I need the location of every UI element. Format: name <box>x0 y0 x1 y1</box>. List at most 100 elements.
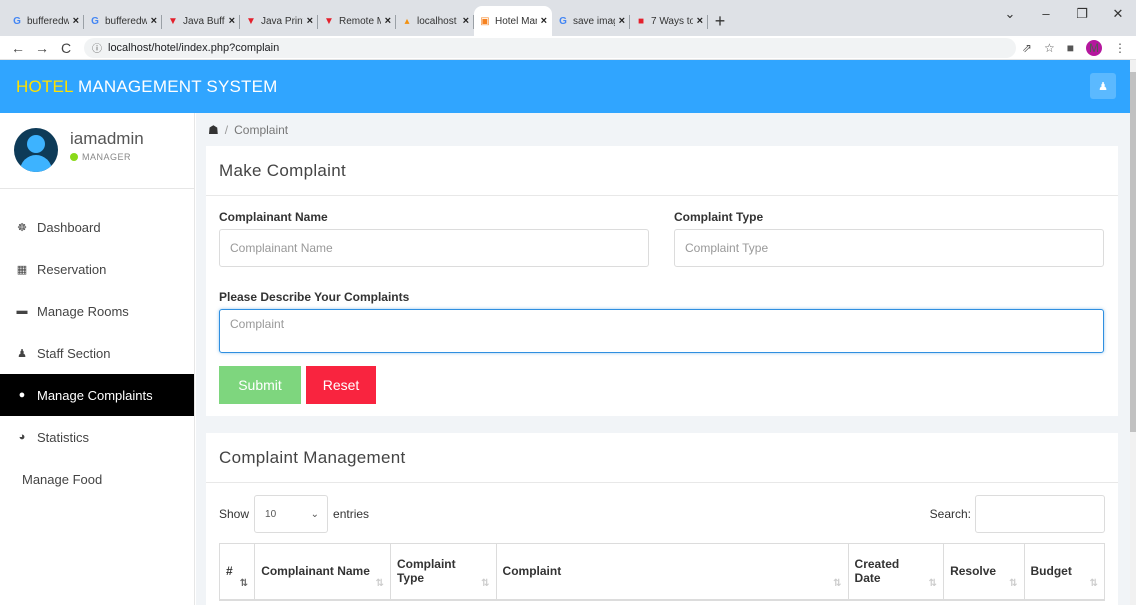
sidebar-item-manage-complaints[interactable]: ● Manage Complaints <box>0 374 194 416</box>
column-header-label: Complaint Type <box>396 557 456 586</box>
browser-tab[interactable]: Gbufferedw × <box>84 6 162 36</box>
search-input[interactable] <box>975 495 1105 533</box>
browser-tab[interactable]: ▣ Hotel Man × <box>474 6 552 36</box>
browser-tab[interactable]: ▼ Java Buffe × <box>162 6 240 36</box>
complainant-name-label: Complainant Name <box>219 210 328 224</box>
submit-button[interactable]: Submit <box>219 366 301 404</box>
reset-button[interactable]: Reset <box>306 366 376 404</box>
user-role: MANAGER <box>70 152 144 162</box>
browser-tab[interactable]: ▼ Java PrintV × <box>240 6 318 36</box>
star-icon[interactable]: ☆ <box>1044 41 1055 55</box>
sidebar-item-dashboard[interactable]: ☸ Dashboard <box>0 206 194 248</box>
column-header-label: Budget <box>1030 564 1072 579</box>
complaint-description-textarea[interactable]: Complaint <box>219 309 1104 353</box>
share-icon[interactable]: ⇗ <box>1022 41 1032 55</box>
column-header[interactable]: Complaint Type ⇅ <box>389 543 497 601</box>
browser-toolbar: ← → C ⓘ localhost/hotel/index.php?compla… <box>0 36 1136 60</box>
complaint-type-label: Complaint Type <box>674 210 764 224</box>
close-icon[interactable]: ✕ <box>1100 0 1136 30</box>
entries-select[interactable]: 10 ⌄ <box>254 495 329 533</box>
tab-title: 7 Ways to <box>651 15 693 27</box>
tab-close-icon[interactable]: × <box>463 15 469 27</box>
sidebar-item-label: Statistics <box>37 429 90 445</box>
brand-title[interactable]: HOTEL MANAGEMENT SYSTEM <box>16 77 278 97</box>
tab-close-icon[interactable]: × <box>385 15 391 27</box>
tab-favicon-icon: G <box>91 15 99 27</box>
users-icon: ♟ <box>17 347 27 360</box>
minimize-icon[interactable]: – <box>1028 0 1064 30</box>
sort-icon[interactable]: ⇅ <box>1009 578 1017 589</box>
complaint-description-label: Please Describe Your Complaints <box>219 290 410 304</box>
tab-title: Java PrintV <box>261 15 303 27</box>
reload-icon[interactable]: C <box>54 40 78 56</box>
column-header[interactable]: Created Date ⇅ <box>847 543 945 601</box>
user-menu-button[interactable]: ♟ <box>1090 73 1116 99</box>
column-header[interactable]: Complainant Name ⇅ <box>254 543 391 601</box>
entries-label: entries <box>333 507 370 521</box>
sidebar-item-reservation[interactable]: ▦ Reservation <box>0 248 194 290</box>
profile-avatar[interactable]: M <box>1086 39 1102 56</box>
sort-icon[interactable]: ⇅ <box>376 578 384 589</box>
restore-icon[interactable]: ❐ <box>1064 0 1100 30</box>
chevron-down-icon[interactable]: ⌄ <box>992 0 1028 30</box>
table-header-row: # ⇅ Complainant Name ⇅ Complaint Type ⇅ Compla… <box>218 543 1106 601</box>
tab-close-icon[interactable]: × <box>73 15 79 27</box>
address-bar[interactable]: ⓘ localhost/hotel/index.php?complain <box>84 37 1016 58</box>
window-controls: ⌄ – ❐ ✕ <box>992 0 1136 30</box>
sidebar-item-statistics[interactable]: ◕ Statistics <box>0 416 194 458</box>
browser-tab[interactable]: Gsave imag × <box>552 6 630 36</box>
column-header[interactable]: Resolve ⇅ <box>943 543 1025 601</box>
browser-tab[interactable]: ■ 7 Ways to × <box>630 6 708 36</box>
sort-icon[interactable]: ⇅ <box>1090 578 1098 589</box>
home-icon[interactable]: ☗ <box>208 123 219 137</box>
side-panel-icon[interactable]: ■ <box>1067 41 1074 55</box>
tab-close-icon[interactable]: × <box>697 15 703 27</box>
sort-icon[interactable]: ⇅ <box>929 578 937 589</box>
tab-title: localhost / <box>417 15 459 27</box>
brand-highlight: HOTEL <box>16 76 74 96</box>
sort-icon[interactable]: ⇅ <box>833 578 841 589</box>
browser-tab[interactable]: ▴ localhost / × <box>396 6 474 36</box>
back-icon[interactable]: ← <box>6 40 30 56</box>
column-header[interactable]: Budget ⇅ <box>1023 543 1106 601</box>
tab-favicon-icon: G <box>13 15 21 27</box>
forward-icon[interactable]: → <box>30 40 54 56</box>
sidebar-item-label: Dashboard <box>37 219 101 235</box>
new-tab-button[interactable]: + <box>708 6 732 36</box>
column-header[interactable]: # ⇅ <box>218 543 256 601</box>
make-complaint-panel: Make Complaint Complainant Name Complain… <box>206 146 1118 416</box>
user-profile: iamadmin MANAGER <box>0 113 194 189</box>
sidebar-item-label: Manage Rooms <box>37 303 129 319</box>
tab-close-icon[interactable]: × <box>229 15 235 27</box>
complaint-type-input[interactable]: Complaint Type <box>674 229 1104 267</box>
tab-favicon-icon: ▴ <box>404 15 410 27</box>
column-header-label: Complainant Name <box>261 564 370 579</box>
avatar <box>14 128 58 172</box>
sidebar-item-staff-section[interactable]: ♟ Staff Section <box>0 332 194 374</box>
tab-title: Remote M <box>339 15 381 27</box>
column-header-label: Created Date <box>854 557 900 586</box>
column-header-label: # <box>226 564 233 579</box>
info-icon[interactable]: ⓘ <box>92 40 102 55</box>
url-text: localhost/hotel/index.php?complain <box>108 41 280 54</box>
browser-tab[interactable]: ▼ Remote M × <box>318 6 396 36</box>
chevron-down-icon: ⌄ <box>310 508 320 520</box>
tab-close-icon[interactable]: × <box>619 15 625 27</box>
page-scrollbar[interactable] <box>1130 60 1136 605</box>
sidebar-item-manage-food[interactable]: Manage Food <box>0 458 194 500</box>
sidebar-item-manage-rooms[interactable]: ▬ Manage Rooms <box>0 290 194 332</box>
sort-icon[interactable]: ⇅ <box>240 578 248 589</box>
tab-close-icon[interactable]: × <box>151 15 157 27</box>
tab-close-icon[interactable]: × <box>307 15 313 27</box>
tab-title: save imag <box>573 15 615 27</box>
scrollbar-thumb[interactable] <box>1130 72 1136 432</box>
tab-close-icon[interactable]: × <box>541 15 547 27</box>
column-header[interactable]: Complaint ⇅ <box>495 543 849 601</box>
complainant-name-input[interactable]: Complainant Name <box>219 229 649 267</box>
app-header: HOTEL MANAGEMENT SYSTEM ♟ <box>0 60 1130 113</box>
sort-icon[interactable]: ⇅ <box>481 578 489 589</box>
search-label: Search: <box>929 507 971 521</box>
bed-icon: ▬ <box>16 305 28 317</box>
browser-tab[interactable]: Gbufferedw × <box>6 6 84 36</box>
menu-icon[interactable]: ⋮ <box>1114 41 1126 55</box>
